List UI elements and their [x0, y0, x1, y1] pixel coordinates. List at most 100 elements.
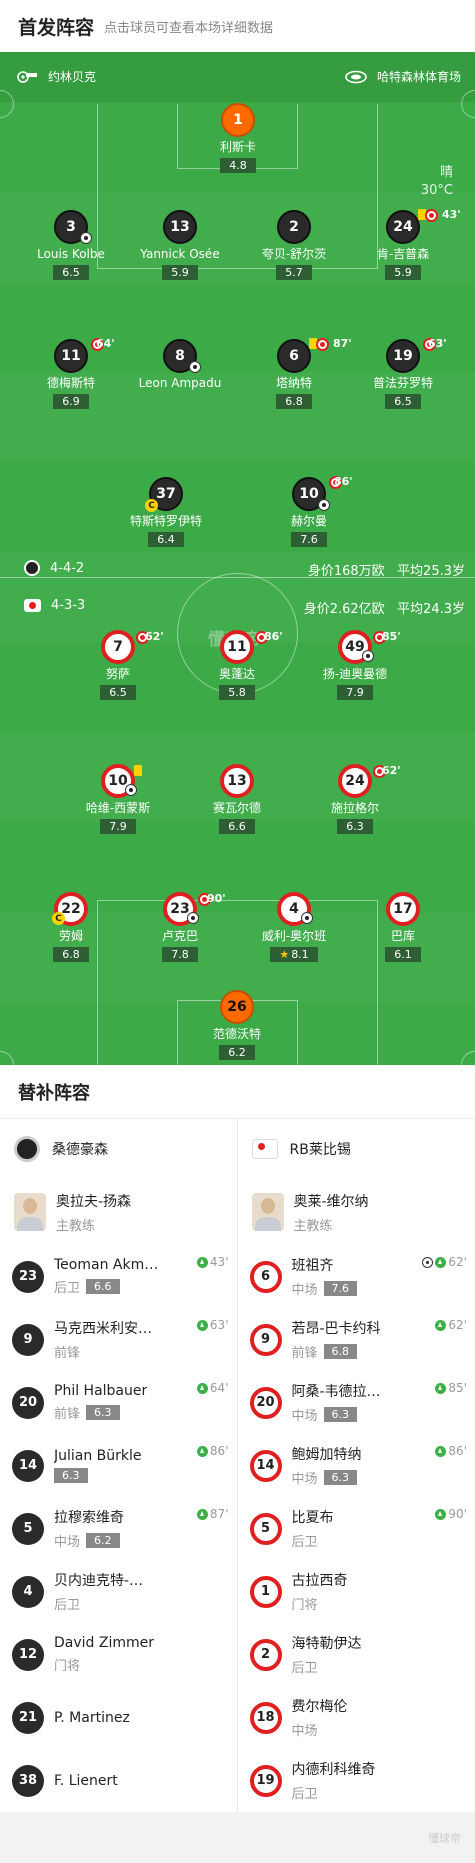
home-player[interactable]: 13 Yannick Osée 5.9	[115, 210, 245, 280]
sub-minute: 87'	[209, 1507, 229, 1521]
sub-minute: 85'	[448, 1381, 467, 1395]
sub-player-name: 班祖齐	[291, 1258, 334, 1274]
sub-player-row[interactable]: 20 阿桑-韦德拉… 中场 6.3 85'	[238, 1371, 475, 1434]
away-player[interactable]: 26 范德沃特 6.2	[172, 990, 302, 1060]
player-rating-value: 8.1	[291, 948, 309, 961]
sub-player-row[interactable]: 20 Phil Halbauer 前锋 6.3 64'	[0, 1371, 237, 1434]
player-name: 卢克巴	[161, 929, 198, 943]
sub-player-row[interactable]: 14 鲍姆加特纳 中场 6.3 86'	[238, 1434, 475, 1497]
sub-player-row[interactable]: 5 拉穆索维奇 中场 6.2 87'	[0, 1497, 237, 1560]
ball-icon	[301, 912, 313, 924]
sub-player-number: 12	[12, 1638, 44, 1671]
sub-player-name: 古拉西奇	[291, 1573, 348, 1589]
ball-icon	[189, 361, 201, 373]
away-player[interactable]: 13 赛瓦尔德 6.6	[172, 764, 302, 834]
sub-player-row[interactable]: 21 P. Martinez	[0, 1686, 237, 1749]
away-age: 平均24.3岁	[397, 602, 465, 617]
away-coach[interactable]: 奥莱-维尔纳 主教练	[238, 1179, 475, 1245]
home-player[interactable]: 37 C 特斯特罗伊特 6.4	[101, 477, 231, 547]
player-rating: 6.4	[148, 532, 184, 547]
sub-player-rating: 6.6	[86, 1279, 120, 1294]
home-team-logo	[24, 560, 40, 576]
sub-player-pos: 后卫	[291, 1787, 318, 1802]
sub-player-number: 23	[12, 1260, 44, 1293]
sub-player-row[interactable]: 2 海特勒伊达 后卫	[238, 1623, 475, 1686]
player-rating: 7.8	[162, 947, 198, 962]
sub-out-icon	[316, 338, 329, 351]
sub-player-name: 费尔梅伦	[291, 1699, 348, 1715]
home-coach[interactable]: 奥拉夫-扬森 主教练	[0, 1179, 237, 1245]
away-player[interactable]: 24 62' 施拉格尔 6.3	[290, 764, 420, 834]
away-player[interactable]: 11 86' 奥蓬达 5.8	[172, 630, 302, 700]
captain-icon: C	[145, 499, 158, 512]
away-player[interactable]: 7 62' 努萨 6.5	[53, 630, 183, 700]
player-rating: 7.6	[291, 532, 327, 547]
team-bar: 约林贝克 哈特森林体育场	[0, 52, 475, 102]
player-rating: 6.1	[385, 947, 421, 962]
player-name: Leon Ampadu	[138, 376, 222, 390]
sub-player-name: 贝内迪克特-…	[54, 1573, 144, 1589]
player-rating: 6.6	[219, 819, 255, 834]
away-player[interactable]: 23 90' 卢克巴 7.8	[115, 892, 245, 962]
sub-player-row[interactable]: 6 班祖齐 中场 7.6 62'	[238, 1245, 475, 1308]
sub-minute: 63'	[209, 1318, 229, 1332]
sub-player-row[interactable]: 12 David Zimmer 门将	[0, 1623, 237, 1686]
coach-avatar	[14, 1193, 46, 1231]
sub-player-row[interactable]: 23 Teoman Akm… 后卫 6.6 43'	[0, 1245, 237, 1308]
away-player[interactable]: 10 哈维-西蒙斯 7.9	[53, 764, 183, 834]
player-rating: 5.8	[219, 685, 255, 700]
venue-name: 哈特森林体育场	[376, 70, 461, 84]
whistle-icon	[17, 70, 37, 83]
sub-player-pos: 中场	[291, 1472, 318, 1487]
sub-player-row[interactable]: 9 马克西米利安… 前锋 63'	[0, 1308, 237, 1371]
sub-in-icon	[196, 1319, 208, 1331]
home-player[interactable]: 19 63' 普法芬罗特 6.5	[338, 337, 468, 409]
sub-player-name: 若昂-巴卡约科	[291, 1321, 381, 1337]
away-player[interactable]: 17 巴库 6.1	[338, 892, 468, 962]
sub-in-icon	[435, 1382, 447, 1394]
goal-icon	[422, 1256, 434, 1268]
sub-time: 62'	[382, 764, 401, 777]
sub-player-number: 18	[249, 1701, 282, 1734]
sub-in-icon	[435, 1445, 447, 1457]
home-value: 身价168万欧	[307, 564, 385, 579]
sub-player-number: 20	[249, 1386, 282, 1419]
home-player[interactable]: 24 43' 肯-吉普森 5.9	[338, 208, 468, 280]
sub-in-icon	[435, 1319, 447, 1331]
stadium-icon	[345, 70, 367, 83]
sub-player-row[interactable]: 38 F. Lienert	[0, 1749, 237, 1812]
sub-player-row[interactable]: 18 费尔梅伦 中场	[238, 1686, 475, 1749]
yellow-card-icon	[134, 765, 142, 776]
page-title: 首发阵容	[18, 16, 95, 39]
sub-player-row[interactable]: 4 贝内迪克特-… 后卫	[0, 1560, 237, 1623]
sub-player-row[interactable]: 9 若昂-巴卡约科 前锋 6.8 62'	[238, 1308, 475, 1371]
sub-player-pos: 前锋	[291, 1346, 318, 1361]
sub-in-icon	[196, 1382, 208, 1394]
ball-icon	[362, 650, 374, 662]
sub-player-row[interactable]: 5 比夏布 后卫 90'	[238, 1497, 475, 1560]
subs-panel: 桑德豪森 奥拉夫-扬森 主教练 23 Teoman Akm… 后卫 6.6 43'…	[0, 1119, 475, 1812]
sub-player-name: 马克西米利安…	[54, 1321, 152, 1337]
sub-player-name: P. Martinez	[54, 1709, 130, 1726]
home-player[interactable]: 8 Leon Ampadu	[115, 339, 245, 390]
player-number: 10	[299, 486, 319, 502]
player-number: 24	[345, 773, 365, 789]
sub-player-row[interactable]: 1 古拉西奇 门将	[238, 1560, 475, 1623]
sub-minute: 43'	[209, 1255, 229, 1269]
sub-player-row[interactable]: 19 内德利科维奇 后卫	[238, 1749, 475, 1812]
sub-player-name: 海特勒伊达	[291, 1636, 362, 1652]
player-name: 肯-吉普森	[376, 247, 430, 261]
sub-time: 64'	[96, 337, 115, 350]
player-rating: 6.9	[53, 394, 89, 409]
player-rating: 6.5	[53, 265, 89, 280]
sub-in-icon	[196, 1256, 208, 1268]
player-rating: 5.9	[162, 265, 198, 280]
player-number: 2	[277, 210, 311, 244]
sub-player-row[interactable]: 14 Julian Bürkle 6.3 86'	[0, 1434, 237, 1497]
sub-player-number: 14	[12, 1449, 44, 1482]
home-player[interactable]: 1 利斯卡 4.8	[173, 103, 303, 173]
player-number: 7	[113, 639, 123, 655]
home-player[interactable]: 10 86' 赫尔曼 7.6	[244, 475, 374, 547]
away-player[interactable]: 49 85' 扬-迪奥曼德 7.9	[290, 630, 420, 700]
player-number: 8	[175, 348, 185, 364]
